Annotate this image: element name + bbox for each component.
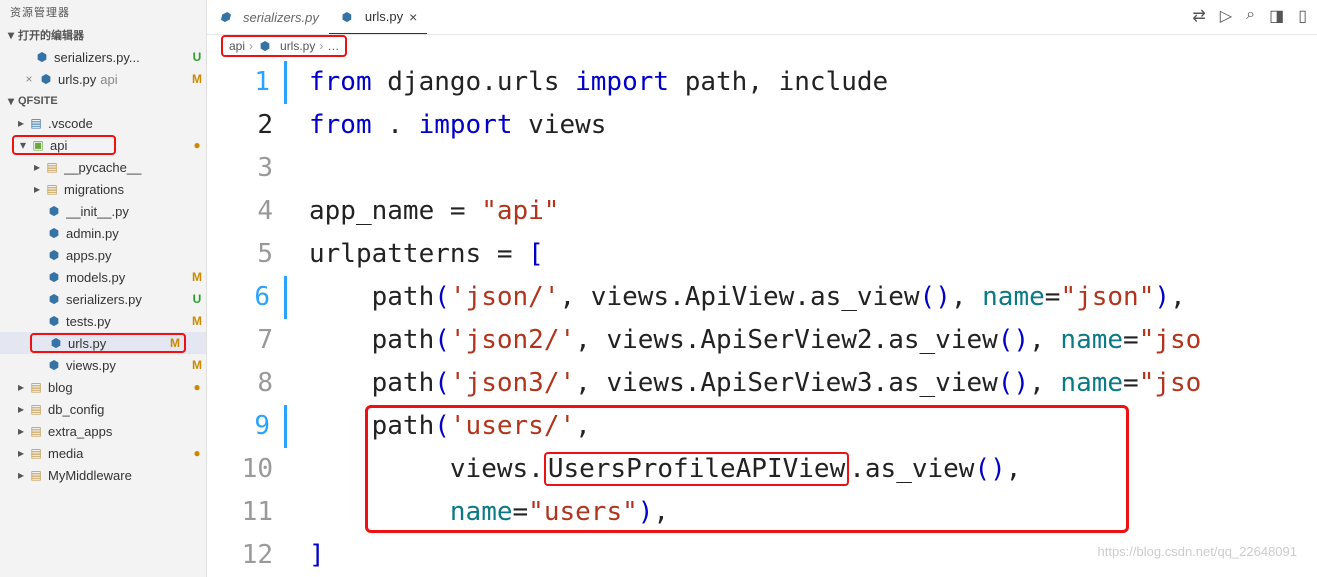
chevron-down-icon: ▾: [4, 94, 18, 108]
chevron-right-icon: ▸: [14, 402, 28, 416]
chevron-right-icon: ›: [319, 39, 323, 53]
python-icon: [38, 71, 54, 87]
open-editors-header[interactable]: ▾ 打开的编辑器: [0, 24, 206, 46]
folder-icon: [28, 115, 44, 131]
breadcrumb-item[interactable]: …: [327, 39, 339, 53]
folder-icon: [28, 445, 44, 461]
folder-item-dbconfig[interactable]: ▸ db_config: [0, 398, 206, 420]
split-icon[interactable]: ◨: [1269, 6, 1284, 26]
breadcrumb-item: urls.py: [257, 38, 315, 54]
file-item-urls[interactable]: urls.py M: [0, 332, 206, 354]
code-content[interactable]: from django.urls import path, includefro…: [287, 57, 1317, 577]
editor-area: serializers.py urls.py × ⇄ ▷ ⌕ ◨ ▯ api ›…: [207, 0, 1317, 577]
python-icon: [46, 247, 62, 263]
file-item-apps[interactable]: apps.py: [0, 244, 206, 266]
folder-icon: [28, 467, 44, 483]
run-icon[interactable]: ▷: [1220, 6, 1232, 26]
explorer-sidebar: 资源管理器 ▾ 打开的编辑器 serializers.py... U × url…: [0, 0, 207, 577]
chevron-down-icon: ▾: [4, 28, 18, 42]
line-gutter: 1 2 3 4 5 6 7 8 9 10 11 12: [207, 57, 287, 577]
chevron-right-icon: ▸: [14, 468, 28, 482]
close-icon[interactable]: ×: [20, 72, 38, 86]
folder-item-media[interactable]: ▸ media ●: [0, 442, 206, 464]
folder-item-blog[interactable]: ▸ blog ●: [0, 376, 206, 398]
chevron-right-icon: ▸: [30, 160, 44, 174]
tab-bar: serializers.py urls.py ×: [207, 0, 1317, 35]
python-icon: [217, 9, 233, 25]
file-item-models[interactable]: models.py M: [0, 266, 206, 288]
chevron-right-icon: ▸: [14, 116, 28, 130]
chevron-right-icon: ›: [249, 39, 253, 53]
folder-item-api[interactable]: ▾ api ●: [0, 134, 206, 156]
folder-icon: [28, 423, 44, 439]
more-icon[interactable]: ▯: [1298, 6, 1307, 26]
folder-item-vscode[interactable]: ▸ .vscode: [0, 112, 206, 134]
annotation-box: UsersProfileAPIView: [544, 452, 849, 486]
package-icon: [30, 137, 46, 153]
file-item-admin[interactable]: admin.py: [0, 222, 206, 244]
preview-icon[interactable]: ⌕: [1246, 6, 1255, 26]
open-editor-item[interactable]: serializers.py... U: [0, 46, 206, 68]
python-icon: [48, 335, 64, 351]
modified-dot-icon: ●: [188, 446, 206, 460]
breadcrumb[interactable]: api › urls.py › …: [207, 35, 1317, 57]
folder-item-migrations[interactable]: ▸ migrations: [0, 178, 206, 200]
python-icon: [339, 9, 355, 25]
chevron-right-icon: ▸: [14, 446, 28, 460]
chevron-right-icon: ▸: [30, 182, 44, 196]
folder-item-extraapps[interactable]: ▸ extra_apps: [0, 420, 206, 442]
folder-icon: [28, 401, 44, 417]
breadcrumb-item: api: [229, 39, 245, 53]
python-icon: [46, 291, 62, 307]
explorer-title: 资源管理器: [0, 0, 206, 24]
python-icon: [46, 203, 62, 219]
close-icon[interactable]: ×: [409, 9, 417, 25]
editor-actions: ⇄ ▷ ⌕ ◨ ▯: [1192, 6, 1307, 26]
folder-icon: [44, 181, 60, 197]
python-icon: [257, 38, 273, 54]
folder-item-mymw[interactable]: ▸ MyMiddleware: [0, 464, 206, 486]
python-icon: [46, 225, 62, 241]
watermark: https://blog.csdn.net/qq_22648091: [1098, 530, 1298, 573]
chevron-right-icon: ▸: [14, 424, 28, 438]
python-icon: [46, 357, 62, 373]
code-editor[interactable]: 1 2 3 4 5 6 7 8 9 10 11 12 from django.u…: [207, 57, 1317, 577]
chevron-right-icon: ▸: [14, 380, 28, 394]
modified-dot-icon: ●: [188, 138, 206, 152]
modified-dot-icon: ●: [188, 380, 206, 394]
python-icon: [34, 49, 50, 65]
file-item-init[interactable]: __init__.py: [0, 200, 206, 222]
tab-serializers[interactable]: serializers.py: [207, 0, 329, 34]
folder-item-pycache[interactable]: ▸ __pycache__: [0, 156, 206, 178]
folder-icon: [28, 379, 44, 395]
chevron-down-icon: ▾: [16, 138, 30, 152]
file-item-serializers[interactable]: serializers.py U: [0, 288, 206, 310]
workspace-header[interactable]: ▾ QFSITE: [0, 90, 206, 112]
file-item-tests[interactable]: tests.py M: [0, 310, 206, 332]
open-editor-item[interactable]: × urls.py api M: [0, 68, 206, 90]
tab-urls[interactable]: urls.py ×: [329, 0, 427, 34]
file-item-views[interactable]: views.py M: [0, 354, 206, 376]
compare-icon[interactable]: ⇄: [1192, 6, 1205, 26]
python-icon: [46, 313, 62, 329]
folder-icon: [44, 159, 60, 175]
python-icon: [46, 269, 62, 285]
